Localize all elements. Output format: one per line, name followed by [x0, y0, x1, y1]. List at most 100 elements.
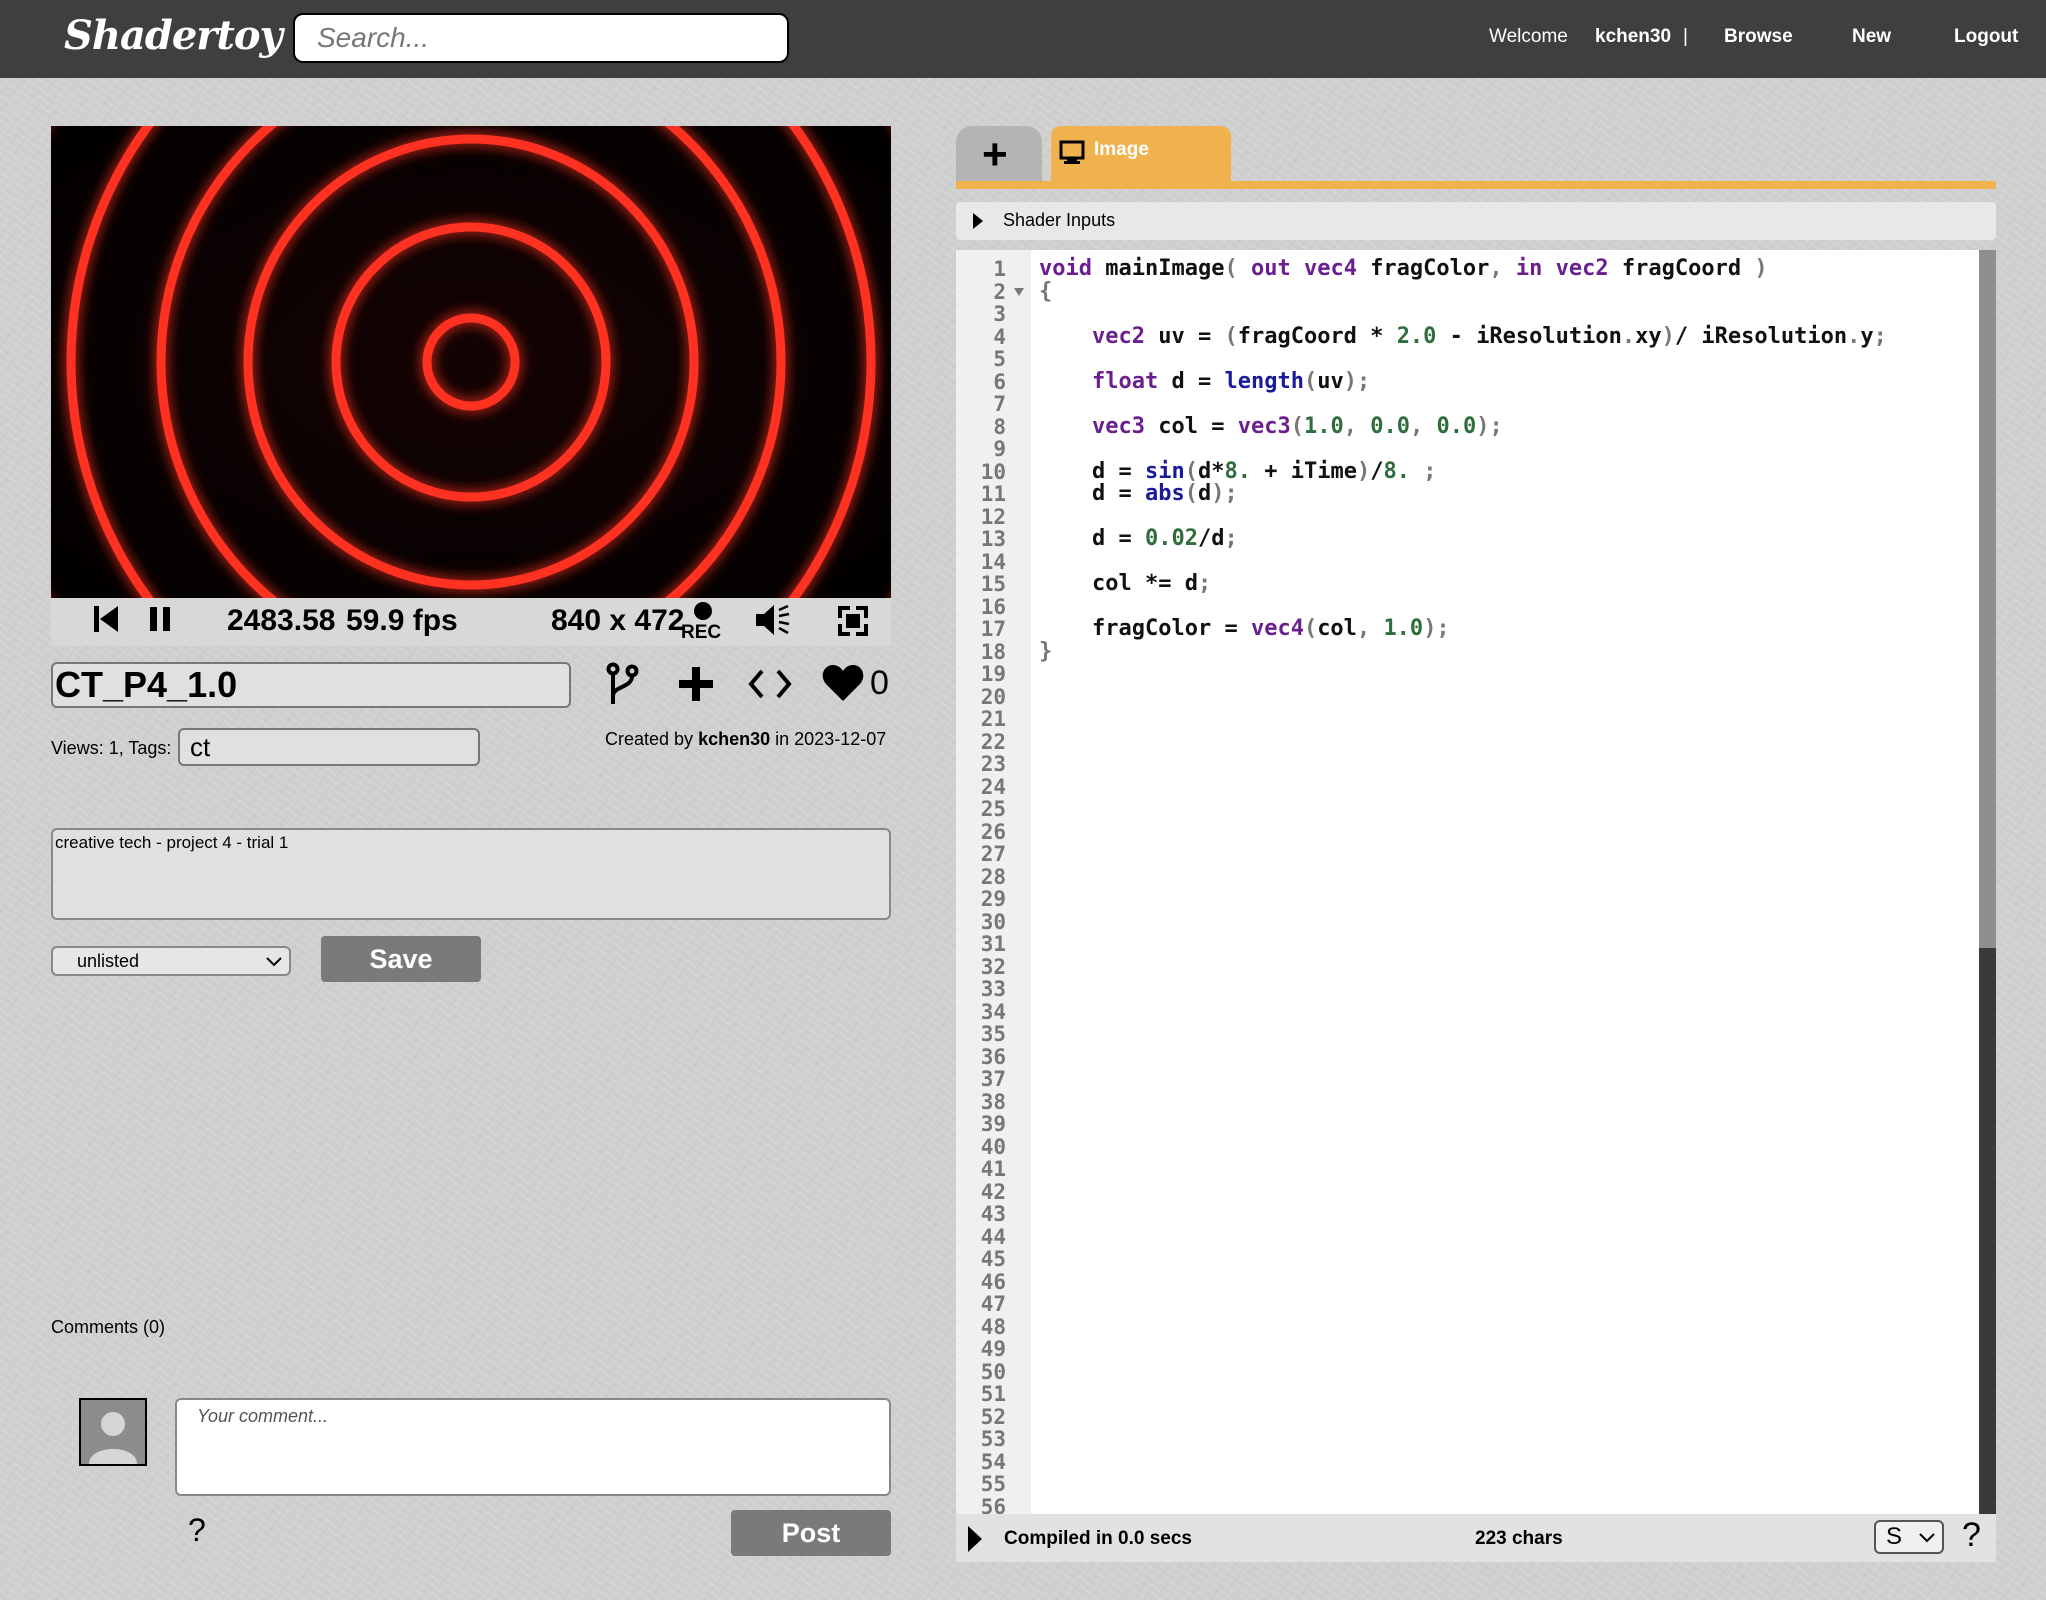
font-size-select[interactable]: S: [1874, 1520, 1944, 1554]
heart-like-icon[interactable]: [822, 664, 864, 702]
line-number: 28: [980, 864, 1006, 889]
user-silhouette-icon: [81, 1400, 145, 1464]
line-number: 26: [980, 819, 1006, 844]
line-number: 2: [993, 279, 1006, 304]
expand-arrow-icon: [973, 213, 983, 229]
add-tab-button[interactable]: +: [956, 126, 1042, 184]
line-number: 39: [980, 1112, 1006, 1136]
line-number: 6: [993, 369, 1006, 394]
line-number: 19: [980, 662, 1006, 686]
chevron-down-icon: [266, 957, 282, 967]
line-number: 46: [980, 1269, 1006, 1294]
canvas-resolution: 840 x 472: [551, 604, 685, 637]
comments-label: Comments (0): [51, 1317, 166, 1337]
line-number: 7: [993, 392, 1006, 416]
nav-separator: |: [1683, 26, 1688, 47]
logout-link[interactable]: Logout: [1954, 26, 2018, 48]
code-editor[interactable]: void mainImage( out vec4 fragColor, in v…: [1031, 250, 1979, 1514]
line-number: 4: [993, 324, 1006, 349]
line-number: 52: [980, 1404, 1006, 1429]
line-number: 37: [980, 1067, 1006, 1091]
line-number: 18: [980, 639, 1006, 664]
line-number: 44: [980, 1224, 1006, 1249]
code-line: fragColor = vec4(col, 1.0);: [1091, 616, 1450, 641]
editor-scrollbar-thumb[interactable]: [1979, 948, 1996, 1514]
code-line: float d = length(uv);: [1091, 368, 1371, 394]
line-number: 32: [980, 954, 1006, 979]
new-link[interactable]: New: [1852, 26, 1891, 48]
line-number: 24: [980, 774, 1006, 799]
line-number: 14: [980, 549, 1006, 574]
add-icon[interactable]: [678, 666, 714, 702]
privacy-select[interactable]: unlisted: [51, 946, 291, 976]
fork-icon[interactable]: [604, 662, 640, 706]
code-line: col *= d;: [1091, 571, 1212, 596]
created-by-prefix: Created by: [605, 729, 694, 749]
line-number: 53: [980, 1427, 1006, 1451]
browse-link[interactable]: Browse: [1724, 26, 1793, 48]
shader-canvas[interactable]: [51, 126, 891, 598]
created-date: in 2023-12-07: [775, 729, 887, 749]
editor-help-icon[interactable]: ?: [1962, 1516, 1981, 1555]
shader-inputs-label: Shader Inputs: [1003, 210, 1116, 230]
fullscreen-icon[interactable]: [838, 606, 868, 636]
monitor-icon: [1059, 140, 1085, 164]
created-by-line: Created by kchen30 in 2023-12-07: [605, 729, 886, 750]
search-input[interactable]: [293, 13, 789, 63]
line-number: 43: [980, 1202, 1006, 1226]
comment-input[interactable]: [175, 1398, 891, 1496]
line-number: 8: [993, 414, 1006, 439]
code-line: void mainImage( out vec4 fragColor, in v…: [1039, 256, 1768, 281]
description-textarea[interactable]: creative tech - project 4 - trial 1: [51, 828, 891, 920]
comment-help-icon[interactable]: ?: [188, 1512, 206, 1549]
line-number: 11: [980, 482, 1006, 506]
chevron-down-icon: [1919, 1533, 1935, 1543]
line-number: 45: [980, 1247, 1006, 1271]
rewind-icon[interactable]: [92, 604, 120, 634]
line-number: 36: [980, 1044, 1006, 1069]
tab-image[interactable]: Image: [1051, 126, 1231, 184]
shadertoy-logo[interactable]: Shadertoy: [64, 12, 283, 59]
pause-icon[interactable]: [148, 604, 172, 634]
username-link[interactable]: kchen30: [1595, 26, 1671, 48]
volume-icon[interactable]: [754, 602, 792, 638]
char-count: 223 chars: [1475, 1528, 1563, 1549]
line-number: 35: [980, 1022, 1006, 1046]
line-number: 34: [980, 999, 1006, 1024]
font-size-value: S: [1886, 1523, 1903, 1550]
embed-code-icon[interactable]: [748, 668, 792, 700]
line-number: 23: [980, 752, 1006, 776]
line-number: 49: [980, 1337, 1006, 1361]
line-number: 48: [980, 1314, 1006, 1339]
record-button[interactable]: REC: [681, 600, 721, 644]
line-number: 22: [980, 729, 1006, 754]
author-link[interactable]: kchen30: [698, 729, 770, 749]
code-line: d = abs(d);: [1091, 481, 1238, 506]
line-number: 38: [980, 1089, 1006, 1114]
line-number: 21: [980, 707, 1006, 731]
tags-input[interactable]: [178, 728, 480, 766]
line-number: 20: [980, 684, 1006, 709]
line-number: 31: [980, 932, 1006, 956]
line-number: 1: [993, 257, 1006, 281]
fold-arrow-icon[interactable]: [1014, 288, 1024, 296]
shader-inputs-toggle[interactable]: Shader Inputs: [956, 202, 1996, 240]
code-line: vec3 col = vec3(1.0, 0.0, 0.0);: [1091, 413, 1503, 439]
privacy-value: unlisted: [77, 951, 140, 971]
line-number: 33: [980, 977, 1006, 1001]
line-number: 40: [980, 1134, 1006, 1159]
line-number: 47: [980, 1292, 1006, 1316]
tab-image-label: Image: [1094, 139, 1149, 160]
plus-icon: +: [982, 130, 1008, 179]
editor-status-bar: Compiled in 0.0 secs 223 chars: [956, 1514, 1996, 1562]
code-line: {: [1039, 278, 1053, 304]
views-tags-label: Views: 1, Tags:: [51, 738, 172, 758]
compile-play-icon[interactable]: [966, 1524, 984, 1554]
post-button[interactable]: Post: [731, 1510, 891, 1556]
line-number: 5: [993, 347, 1006, 371]
save-button[interactable]: Save: [321, 936, 481, 982]
line-number: 16: [980, 594, 1006, 619]
shader-title-input[interactable]: [51, 662, 571, 708]
line-number: 55: [980, 1472, 1006, 1496]
line-number: 10: [980, 459, 1006, 484]
